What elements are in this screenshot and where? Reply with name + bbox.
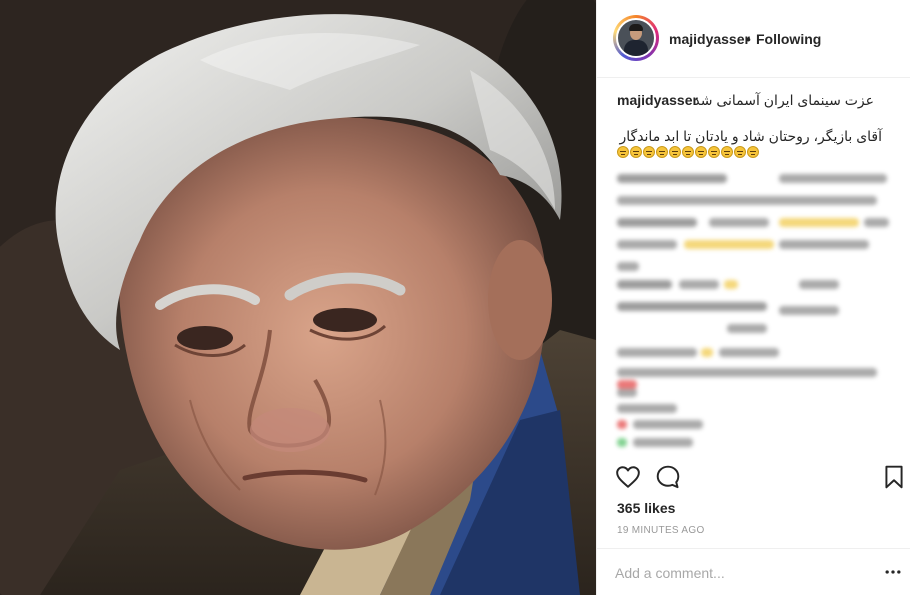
sad-face-emoji-icon xyxy=(669,146,681,158)
sad-face-emoji-icon xyxy=(721,146,733,158)
sad-face-emoji-icon xyxy=(747,146,759,158)
sad-face-emoji-icon xyxy=(630,146,642,158)
post-photo[interactable] xyxy=(0,0,596,595)
caption-line-2: آقای بازیگر، روحتان شاد و یادتان تا ابد … xyxy=(619,128,883,144)
avatar-story-ring[interactable] xyxy=(613,15,659,61)
comment-input[interactable] xyxy=(615,563,855,583)
post-side-panel: majidyasser • Following majidyasser عزت … xyxy=(596,0,910,595)
following-button[interactable]: Following xyxy=(756,31,821,47)
portrait-image xyxy=(0,0,596,595)
heart-icon[interactable] xyxy=(615,464,641,490)
comment-bubble-icon[interactable] xyxy=(655,464,681,490)
separator-dot: • xyxy=(746,31,751,47)
sad-face-emoji-icon xyxy=(695,146,707,158)
caption-emoji-row xyxy=(617,146,759,160)
avatar[interactable] xyxy=(616,18,656,58)
blurred-comments xyxy=(609,166,899,456)
more-options-icon[interactable] xyxy=(883,562,903,582)
post-timestamp[interactable]: 19 MINUTES AGO xyxy=(617,525,705,536)
sad-face-emoji-icon xyxy=(617,146,629,158)
sad-face-emoji-icon xyxy=(643,146,655,158)
comment-bar xyxy=(597,548,910,595)
header-username[interactable]: majidyasser xyxy=(669,31,750,47)
action-bar xyxy=(597,458,910,498)
sad-face-emoji-icon xyxy=(656,146,668,158)
sad-face-emoji-icon xyxy=(682,146,694,158)
sad-face-emoji-icon xyxy=(708,146,720,158)
caption-line-1: عزت سینمای ایران آسمانی شد xyxy=(693,92,874,108)
caption-username[interactable]: majidyasser xyxy=(617,92,698,108)
post-header: majidyasser • Following xyxy=(597,0,910,78)
sad-face-emoji-icon xyxy=(734,146,746,158)
likes-count[interactable]: 365 likes xyxy=(617,500,675,516)
bookmark-icon[interactable] xyxy=(881,464,907,490)
